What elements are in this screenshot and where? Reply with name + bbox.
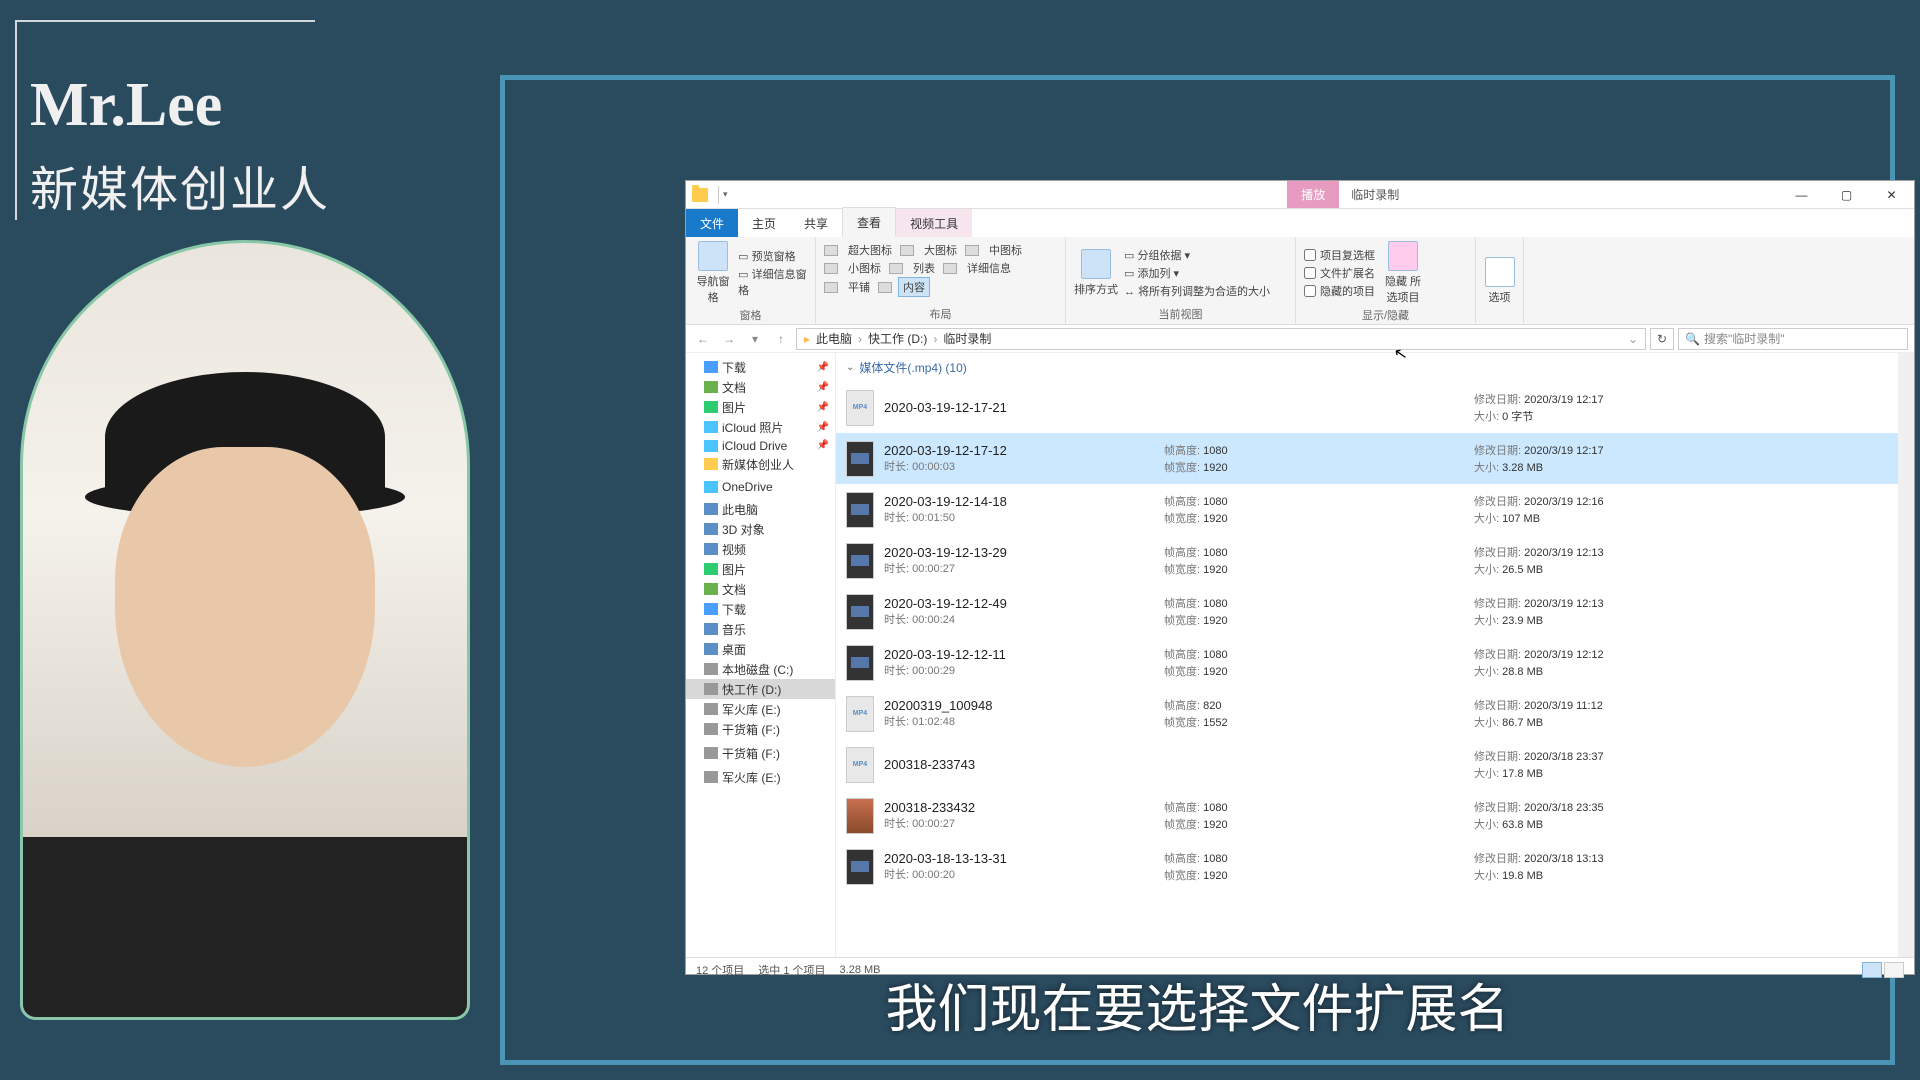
status-item-count: 12 个项目	[696, 962, 744, 978]
presenter-photo	[20, 240, 470, 1020]
preview-pane-button[interactable]: ▭ 预览窗格	[738, 248, 807, 264]
sidebar-item[interactable]: 文档📌	[686, 377, 835, 397]
sidebar-item[interactable]: OneDrive	[686, 478, 835, 495]
ribbon-group-showhide-label: 显示/隐藏	[1304, 305, 1467, 323]
status-bar: 12 个项目 选中 1 个项目 3.28 MB	[686, 957, 1914, 981]
file-row[interactable]: 2020-03-19-12-17-12时长: 00:00:03 帧高度: 108…	[836, 433, 1914, 484]
close-button[interactable]: ✕	[1869, 181, 1914, 209]
presenter-subtitle: 新媒体创业人	[30, 150, 330, 220]
sidebar-item[interactable]: 快工作 (D:)	[686, 679, 835, 699]
ribbon-group-current-label: 当前视图	[1074, 304, 1287, 322]
status-selected-count: 选中 1 个项目	[758, 962, 825, 978]
sidebar-item[interactable]: 此电脑	[686, 499, 835, 519]
details-view-button[interactable]	[1862, 962, 1882, 978]
qat-separator	[718, 186, 719, 204]
sidebar-item[interactable]: 3D 对象	[686, 519, 835, 539]
file-row[interactable]: 2020-03-19-12-17-21 修改日期: 2020/3/19 12:1…	[836, 382, 1914, 433]
chevron-down-icon: ⌄	[846, 362, 854, 373]
file-row[interactable]: 2020-03-18-13-13-31时长: 00:00:20 帧高度: 108…	[836, 841, 1914, 892]
maximize-button[interactable]: ▢	[1824, 181, 1869, 209]
file-row[interactable]: 2020-03-19-12-12-49时长: 00:00:24 帧高度: 108…	[836, 586, 1914, 637]
details-pane-button[interactable]: ▭ 详细信息窗格	[738, 266, 807, 298]
autosize-button[interactable]: ↔ 将所有列调整为合适的大小	[1124, 283, 1270, 299]
options-button[interactable]: 选项	[1484, 257, 1515, 305]
sidebar-item[interactable]: 文档	[686, 579, 835, 599]
breadcrumb[interactable]: ▸ 此电脑› 快工作 (D:)› 临时录制 ⌄	[796, 328, 1646, 350]
refresh-button[interactable]: ↻	[1650, 328, 1674, 350]
nav-pane-button[interactable]: 导航窗格	[694, 241, 732, 305]
item-checkboxes-toggle[interactable]: 项目复选框	[1304, 247, 1375, 263]
hide-selected-button[interactable]: 隐藏 所选项目	[1381, 241, 1425, 305]
tab-file[interactable]: 文件	[686, 209, 738, 237]
file-row[interactable]: 2020-03-19-12-14-18时长: 00:01:50 帧高度: 108…	[836, 484, 1914, 535]
ribbon-group-layout-label: 布局	[824, 304, 1057, 322]
minimize-button[interactable]: —	[1779, 181, 1824, 209]
tab-share[interactable]: 共享	[790, 209, 842, 237]
sidebar-item[interactable]: 干货箱 (F:)	[686, 719, 835, 739]
sidebar-item[interactable]: 桌面	[686, 639, 835, 659]
ribbon-group-panes-label: 窗格	[694, 305, 807, 323]
file-row[interactable]: 200318-233432时长: 00:00:27 帧高度: 1080帧宽度: …	[836, 790, 1914, 841]
groupby-button[interactable]: ▭ 分组依据 ▾	[1124, 247, 1270, 263]
hidden-items-toggle[interactable]: 隐藏的项目	[1304, 283, 1375, 299]
search-input[interactable]: 🔍 搜索"临时录制"	[1678, 328, 1908, 350]
sort-button[interactable]: 排序方式	[1074, 249, 1118, 297]
address-bar-row: ← → ▾ ↑ ▸ 此电脑› 快工作 (D:)› 临时录制 ⌄ ↻ 🔍 搜索"临…	[686, 325, 1914, 353]
sidebar-item[interactable]: iCloud Drive📌	[686, 437, 835, 454]
back-button[interactable]: ←	[692, 328, 714, 350]
file-row[interactable]: 2020-03-19-12-13-29时长: 00:00:27 帧高度: 108…	[836, 535, 1914, 586]
up-button[interactable]: ↑	[770, 328, 792, 350]
tab-home[interactable]: 主页	[738, 209, 790, 237]
scrollbar[interactable]	[1898, 353, 1914, 957]
ribbon-tabbar: 文件 主页 共享 查看 视频工具	[686, 209, 1914, 237]
file-explorer-window: ▾ 播放 临时录制 — ▢ ✕ 文件 主页 共享 查看 视频工具 导航窗格 ▭ …	[685, 180, 1915, 975]
content-pane[interactable]: ⌄ 媒体文件(.mp4) (10) 2020-03-19-12-17-21 修改…	[836, 353, 1914, 957]
sidebar-item[interactable]: 图片	[686, 559, 835, 579]
layout-content-button[interactable]: 内容	[898, 277, 930, 297]
addcol-button[interactable]: ▭ 添加列 ▾	[1124, 265, 1270, 281]
file-row[interactable]: 2020-03-19-12-12-11时长: 00:00:29 帧高度: 108…	[836, 637, 1914, 688]
sidebar-item[interactable]: 图片📌	[686, 397, 835, 417]
recent-locations-button[interactable]: ▾	[744, 328, 766, 350]
sidebar-item[interactable]: 下载📌	[686, 357, 835, 377]
sidebar-item[interactable]: iCloud 照片📌	[686, 417, 835, 437]
contextual-tab-play[interactable]: 播放	[1287, 181, 1339, 208]
navigation-pane[interactable]: 下载📌文档📌图片📌iCloud 照片📌iCloud Drive📌新媒体创业人 On…	[686, 353, 836, 957]
sidebar-item[interactable]: 下载	[686, 599, 835, 619]
titlebar[interactable]: ▾ 播放 临时录制 — ▢ ✕	[686, 181, 1914, 209]
file-extensions-toggle[interactable]: 文件扩展名	[1304, 265, 1375, 281]
presenter-name: Mr.Lee	[30, 70, 222, 141]
thumbnails-view-button[interactable]	[1884, 962, 1904, 978]
sidebar-item[interactable]: 音乐	[686, 619, 835, 639]
folder-icon	[692, 188, 708, 202]
group-header[interactable]: ⌄ 媒体文件(.mp4) (10)	[836, 353, 1914, 382]
tab-view[interactable]: 查看	[842, 207, 896, 237]
sidebar-item[interactable]: 军火库 (E:)	[686, 699, 835, 719]
file-row[interactable]: 20200319_100948时长: 01:02:48 帧高度: 820帧宽度:…	[836, 688, 1914, 739]
sidebar-item[interactable]: 视频	[686, 539, 835, 559]
file-row[interactable]: 200318-233743 修改日期: 2020/3/18 23:37 大小: …	[836, 739, 1914, 790]
sidebar-item[interactable]: 干货箱 (F:)	[686, 743, 835, 763]
forward-button[interactable]: →	[718, 328, 740, 350]
tab-video-tools[interactable]: 视频工具	[896, 209, 972, 237]
status-selected-size: 3.28 MB	[840, 964, 881, 976]
sidebar-item[interactable]: 军火库 (E:)	[686, 767, 835, 787]
window-title: 临时录制	[1351, 186, 1399, 203]
sidebar-item[interactable]: 本地磁盘 (C:)	[686, 659, 835, 679]
qat-dropdown-icon[interactable]: ▾	[723, 189, 728, 200]
ribbon: 导航窗格 ▭ 预览窗格 ▭ 详细信息窗格 窗格 超大图标大图标中图标 小图标列表…	[686, 237, 1914, 325]
sidebar-item[interactable]: 新媒体创业人	[686, 454, 835, 474]
